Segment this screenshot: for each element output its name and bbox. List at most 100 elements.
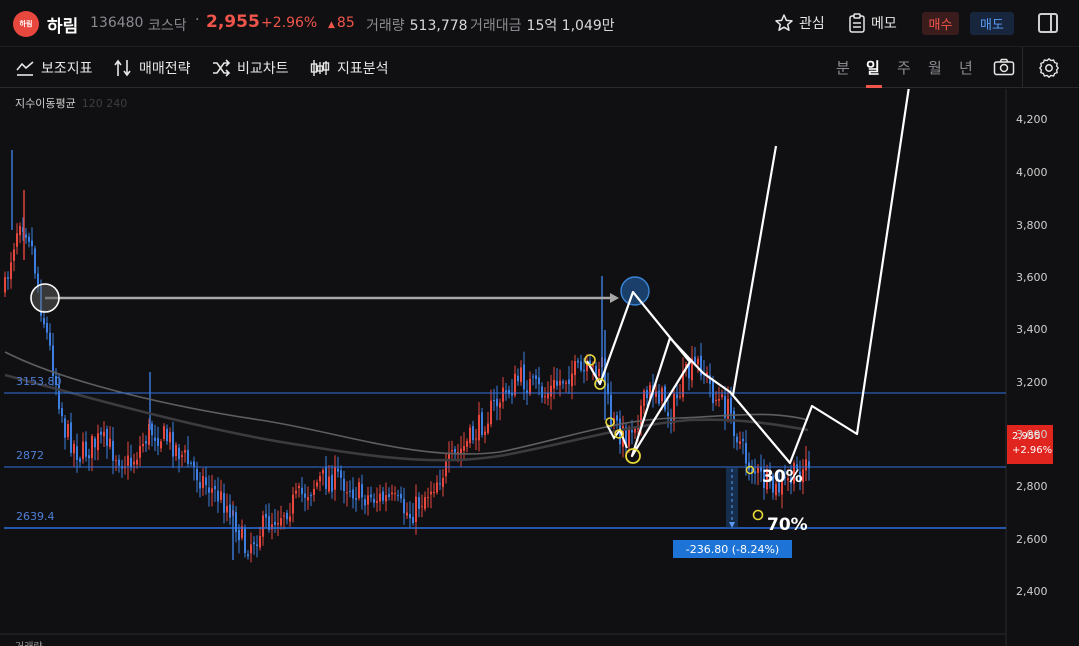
candle-body bbox=[379, 493, 381, 502]
period-year[interactable]: 년 bbox=[959, 57, 973, 78]
candle-body bbox=[220, 491, 222, 500]
candle-body bbox=[235, 512, 237, 533]
candle-body bbox=[229, 504, 231, 518]
candle-body bbox=[79, 458, 81, 462]
clipboard-icon bbox=[849, 13, 865, 33]
watchlist-button[interactable]: 관심 bbox=[774, 13, 825, 33]
candle-body bbox=[502, 387, 504, 402]
candle-body bbox=[529, 378, 531, 394]
period-week[interactable]: 주 bbox=[897, 57, 911, 78]
candle-body bbox=[373, 498, 375, 503]
buy-button[interactable]: 매수 bbox=[922, 12, 959, 35]
change-amount: ▲ 85 bbox=[328, 15, 355, 31]
candle-body bbox=[49, 332, 51, 346]
active-period-indicator bbox=[866, 85, 882, 88]
analysis-button[interactable]: 지표분석 bbox=[309, 58, 389, 78]
header: 하림 하림 136480 코스닥 · 2,955 +2.96% ▲ 85 거래량 5… bbox=[0, 0, 1079, 47]
candle-body bbox=[319, 476, 321, 482]
candle-body bbox=[202, 475, 204, 488]
change-percent: +2.96% bbox=[261, 15, 318, 31]
price-chart[interactable] bbox=[0, 89, 1079, 646]
strategy-button[interactable]: 매매전략 bbox=[113, 58, 191, 78]
up-triangle-icon: ▲ bbox=[328, 20, 335, 30]
candle-body bbox=[397, 495, 399, 497]
candle-body bbox=[487, 423, 489, 433]
candle-body bbox=[331, 474, 333, 492]
candle-body bbox=[346, 492, 348, 494]
candle-body bbox=[610, 394, 612, 426]
period-month[interactable]: 월 bbox=[928, 57, 942, 78]
candle-body bbox=[754, 471, 756, 474]
candle-body bbox=[178, 447, 180, 460]
candle-body bbox=[445, 460, 447, 477]
candle-body bbox=[286, 512, 288, 520]
candle-body bbox=[406, 512, 408, 516]
candle-body bbox=[478, 414, 480, 441]
candle-body bbox=[418, 496, 420, 509]
candle-body bbox=[490, 400, 492, 425]
candle-body bbox=[370, 494, 372, 498]
candle-body bbox=[265, 513, 267, 518]
candle-body bbox=[358, 482, 360, 499]
period-minute[interactable]: 분 bbox=[836, 57, 850, 78]
candle-body bbox=[664, 386, 666, 410]
candle-body bbox=[472, 426, 474, 441]
memo-button[interactable]: 메모 bbox=[848, 13, 897, 33]
candle-body bbox=[190, 462, 192, 464]
candle-body bbox=[16, 233, 18, 247]
candle-body bbox=[493, 400, 495, 402]
candle-body bbox=[310, 495, 312, 497]
candle-body bbox=[109, 438, 111, 447]
candle-body bbox=[127, 455, 129, 466]
target-circle[interactable] bbox=[620, 276, 650, 306]
candle-body bbox=[226, 505, 228, 513]
candle-body bbox=[544, 396, 546, 398]
candle-body bbox=[91, 436, 93, 459]
arrow-start-circle[interactable] bbox=[30, 283, 60, 313]
candle-body bbox=[343, 478, 345, 492]
camera-icon[interactable] bbox=[993, 58, 1015, 80]
candle-body bbox=[31, 240, 33, 247]
candle-body bbox=[559, 380, 561, 386]
indicator-label[interactable]: 지수이동평균 120 240 bbox=[15, 95, 127, 111]
indicators-button[interactable]: 보조지표 bbox=[15, 58, 93, 78]
candle-body bbox=[142, 443, 144, 447]
candle-body bbox=[562, 381, 564, 384]
sell-button[interactable]: 매도 bbox=[970, 12, 1014, 35]
candle-body bbox=[34, 248, 36, 274]
candle-body bbox=[163, 426, 165, 439]
period-day[interactable]: 일 bbox=[866, 57, 880, 78]
side-panel-icon[interactable] bbox=[1038, 13, 1058, 33]
candle-body bbox=[634, 428, 636, 433]
candle-body bbox=[112, 440, 114, 461]
gear-icon[interactable] bbox=[1038, 57, 1060, 83]
candle-body bbox=[19, 225, 21, 236]
compare-button[interactable]: 비교차트 bbox=[211, 58, 289, 78]
candlestick-icon bbox=[310, 60, 330, 76]
candle-body bbox=[253, 542, 255, 545]
candle-body bbox=[169, 432, 171, 443]
candle-body bbox=[679, 396, 681, 398]
candle-body bbox=[505, 390, 507, 393]
candle-body bbox=[385, 495, 387, 502]
candle-body bbox=[421, 506, 423, 508]
shuffle-icon bbox=[213, 59, 231, 77]
candle-body bbox=[166, 428, 168, 442]
candle-body bbox=[298, 485, 300, 488]
candle-body bbox=[262, 515, 264, 537]
candle-body bbox=[523, 364, 525, 390]
toolbar-divider bbox=[1022, 47, 1023, 88]
y-tick-label: 3,800 bbox=[1016, 219, 1048, 232]
annotation-70: 70% bbox=[767, 515, 808, 535]
candle-body bbox=[577, 360, 579, 363]
stock-name[interactable]: 하림 bbox=[47, 12, 78, 37]
candle-body bbox=[583, 369, 585, 372]
trade-amount-value: 15억 1,049만 bbox=[526, 18, 615, 34]
candle-body bbox=[697, 358, 699, 365]
candle-body bbox=[739, 441, 741, 444]
level-label-3153: 3153.80 bbox=[16, 375, 62, 388]
candle-body bbox=[67, 424, 69, 438]
candle-body bbox=[514, 373, 516, 396]
candle-body bbox=[88, 455, 90, 459]
candle-body bbox=[439, 483, 441, 485]
